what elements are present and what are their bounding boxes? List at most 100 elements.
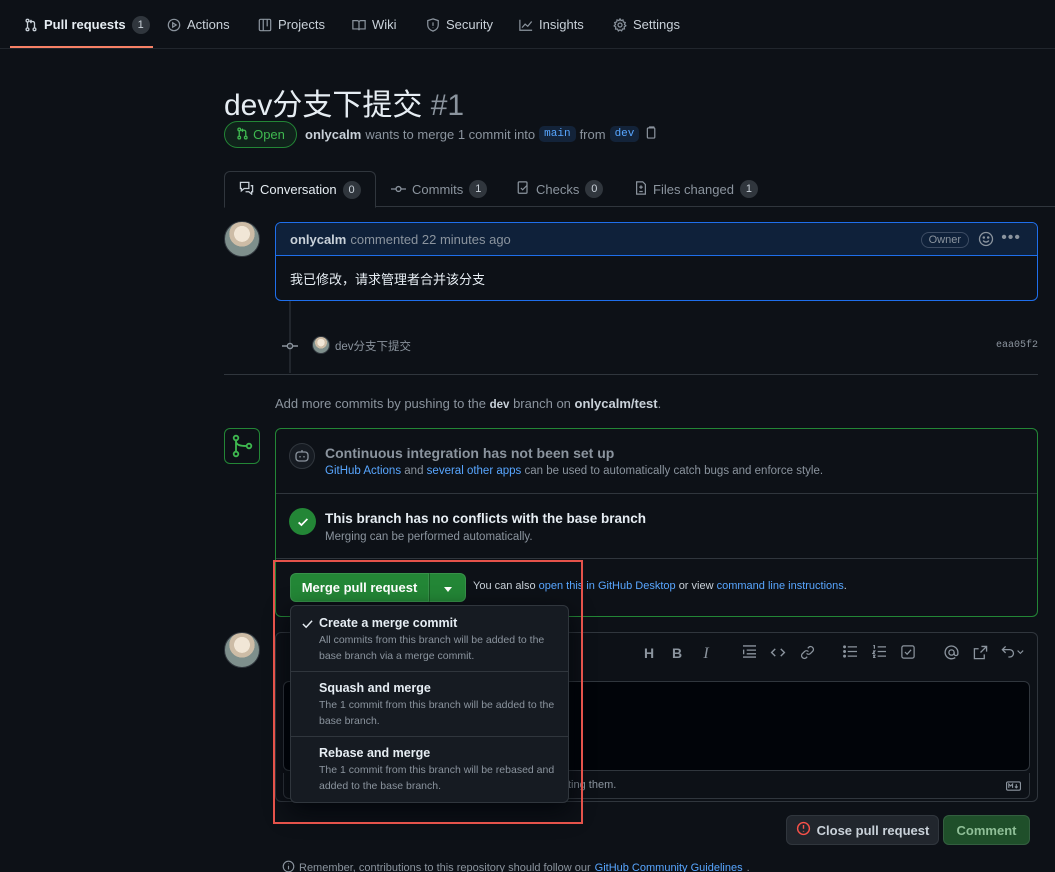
github-actions-link[interactable]: GitHub Actions <box>325 465 401 477</box>
tab-label: Security <box>446 17 493 32</box>
graph-icon <box>519 18 533 32</box>
tab-wiki[interactable]: Wiki <box>352 0 397 49</box>
play-circle-icon <box>167 18 181 32</box>
comment-author[interactable]: onlycalm <box>290 232 346 247</box>
tab-count: 0 <box>342 180 361 199</box>
pr-tabs: Conversation 0 Commits 1 Checks 0 Files … <box>224 171 1055 208</box>
code-icon[interactable] <box>769 645 787 661</box>
active-tab-underline <box>10 46 153 48</box>
tab-commits[interactable]: Commits 1 <box>391 171 488 207</box>
commit-sha[interactable]: eaa05f2 <box>996 340 1038 351</box>
highlight-box <box>273 560 583 824</box>
pr-merge-text: wants to merge 1 commit into <box>365 126 536 142</box>
ci-text: can be used to automatically catch bugs … <box>524 465 824 477</box>
heading-icon[interactable]: H <box>640 645 658 661</box>
base-branch-label[interactable]: main <box>539 126 576 142</box>
guidelines-note: Remember, contributions to this reposito… <box>282 860 750 872</box>
pr-state-label: Open <box>253 127 285 142</box>
command-line-link[interactable]: command line instructions <box>717 580 844 592</box>
tab-files-changed[interactable]: Files changed 1 <box>635 171 758 207</box>
shield-icon <box>426 17 440 32</box>
robot-icon <box>289 443 315 469</box>
comment-body: 我已修改，请求管理者合并该分支 <box>290 272 486 287</box>
commit-message[interactable]: dev分支下提交 <box>335 338 411 354</box>
hint-text: or view <box>678 580 714 592</box>
hint-text: . <box>843 580 847 592</box>
tab-checks[interactable]: Checks 0 <box>517 171 604 207</box>
tab-label: Commits <box>412 181 464 197</box>
tab-label: Checks <box>536 181 580 197</box>
kebab-horizontal-icon[interactable]: ••• <box>1001 229 1021 247</box>
ci-subtitle: GitHub Actions and several other apps ca… <box>325 465 823 477</box>
hint-text: . <box>657 396 662 411</box>
ci-text: and <box>404 465 424 477</box>
quote-icon[interactable] <box>740 645 758 661</box>
task-list-icon[interactable] <box>899 645 917 662</box>
tab-count: 0 <box>585 180 604 198</box>
hint-repo-link[interactable]: onlycalm/test <box>575 396 658 411</box>
community-guidelines-link[interactable]: GitHub Community Guidelines <box>595 862 743 872</box>
tab-count: 1 <box>739 180 758 198</box>
tab-label: Insights <box>539 17 584 32</box>
ci-status-row: Continuous integration has not been set … <box>276 429 1037 494</box>
guidelines-text: . <box>746 862 750 872</box>
tab-label: Files changed <box>653 181 734 197</box>
italic-icon[interactable]: I <box>697 645 715 663</box>
hint-branch: dev <box>489 399 510 411</box>
ci-title: Continuous integration has not been set … <box>325 445 615 461</box>
timeline-separator <box>224 374 1038 375</box>
table-icon <box>258 18 272 32</box>
undo-dropdown-icon[interactable] <box>1000 645 1026 661</box>
pr-from-text: from <box>579 126 606 142</box>
pr-author-link[interactable]: onlycalm <box>305 127 361 142</box>
tab-count: 1 <box>469 180 488 198</box>
pr-count-badge: 1 <box>131 15 150 34</box>
link-icon[interactable] <box>798 645 816 663</box>
tab-projects[interactable]: Projects <box>258 0 325 49</box>
avatar[interactable] <box>224 632 260 668</box>
info-icon <box>282 860 295 872</box>
unordered-list-icon[interactable] <box>841 645 859 661</box>
git-pull-request-icon <box>24 18 38 32</box>
tab-security[interactable]: Security <box>426 0 493 49</box>
conflicts-title: This branch has no conflicts with the ba… <box>325 511 647 526</box>
comment-box: onlycalm commented 22 minutes ago Owner … <box>275 222 1038 301</box>
pr-meta: onlycalm wants to merge 1 commit into ma… <box>305 126 658 142</box>
tab-label: Actions <box>187 17 230 32</box>
pr-state-badge: Open <box>224 121 297 148</box>
tab-label: Wiki <box>372 17 397 32</box>
comment-button[interactable]: Comment <box>943 815 1030 845</box>
git-commit-icon <box>391 182 406 197</box>
tab-pull-requests[interactable]: Pull requests 1 <box>24 0 150 49</box>
tab-settings[interactable]: Settings <box>613 0 680 49</box>
tab-actions[interactable]: Actions <box>167 0 230 49</box>
book-icon <box>352 18 366 32</box>
git-merge-icon <box>224 428 260 464</box>
close-pull-request-label: Close pull request <box>816 822 930 838</box>
close-pull-request-button[interactable]: Close pull request <box>786 815 939 845</box>
smiley-icon[interactable] <box>978 231 994 250</box>
tab-label: Conversation <box>260 182 337 197</box>
timeline-line <box>289 301 291 373</box>
hint-text: branch on <box>513 396 571 411</box>
git-pull-request-icon <box>236 126 249 143</box>
tab-label: Projects <box>278 17 325 32</box>
other-apps-link[interactable]: several other apps <box>427 465 522 477</box>
cross-reference-icon[interactable] <box>971 645 989 663</box>
tab-conversation[interactable]: Conversation 0 <box>224 171 376 208</box>
comment-timestamp[interactable]: commented 22 minutes ago <box>350 232 510 247</box>
checklist-icon <box>517 180 530 198</box>
mention-icon[interactable] <box>942 645 960 663</box>
owner-badge: Owner <box>920 232 969 248</box>
copy-icon[interactable] <box>646 126 658 142</box>
tab-insights[interactable]: Insights <box>519 0 584 49</box>
head-branch-label[interactable]: dev <box>609 126 640 142</box>
tab-label: Pull requests <box>44 17 126 32</box>
pr-title: dev分支下提交 #1 <box>224 80 464 124</box>
markdown-icon[interactable] <box>1006 779 1022 794</box>
ordered-list-icon[interactable] <box>870 643 888 661</box>
avatar[interactable] <box>224 221 260 257</box>
comment-discussion-icon <box>239 181 254 198</box>
bold-icon[interactable]: B <box>668 645 686 661</box>
avatar[interactable] <box>312 336 330 354</box>
